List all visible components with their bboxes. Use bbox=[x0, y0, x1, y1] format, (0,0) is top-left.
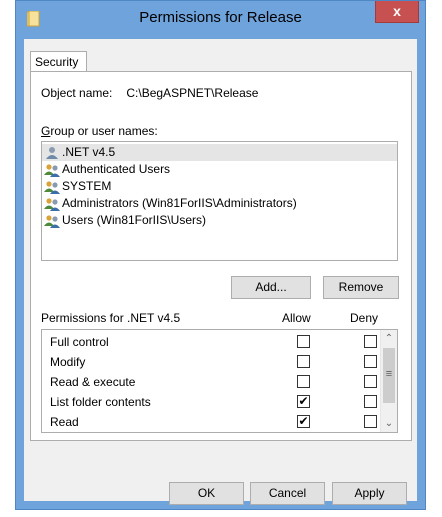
permission-name: Read & execute bbox=[50, 375, 136, 389]
permission-row-list-folder-contents: List folder contents ✔ bbox=[42, 392, 379, 412]
permissions-list[interactable]: Full control Modify Read & execute List … bbox=[41, 329, 398, 433]
allow-checkbox[interactable]: ✔ bbox=[297, 415, 310, 428]
user-group-icon bbox=[44, 163, 60, 177]
deny-checkbox[interactable] bbox=[364, 375, 377, 388]
permissions-scrollbar[interactable]: ⌃ ≡ ⌄ bbox=[380, 330, 397, 432]
deny-checkbox[interactable] bbox=[364, 355, 377, 368]
permission-name: List folder contents bbox=[50, 395, 151, 409]
ok-button[interactable]: OK bbox=[169, 482, 244, 505]
dialog-client-area: Security Object name: C:\BegASPNET\Releas… bbox=[24, 39, 417, 505]
allow-checkbox[interactable] bbox=[297, 355, 310, 368]
cancel-button[interactable]: Cancel bbox=[250, 482, 325, 505]
user-group-icon bbox=[44, 197, 60, 211]
deny-checkbox[interactable] bbox=[364, 335, 377, 348]
security-tab-panel: Object name: C:\BegASPNET\Release Group o… bbox=[30, 71, 412, 441]
user-name: .NET v4.5 bbox=[62, 145, 116, 159]
user-item-system[interactable]: SYSTEM bbox=[42, 178, 397, 195]
scroll-down-arrow-icon[interactable]: ⌄ bbox=[381, 415, 397, 432]
object-name-row: Object name: C:\BegASPNET\Release bbox=[41, 86, 258, 100]
user-group-icon bbox=[44, 214, 60, 228]
single-user-icon bbox=[46, 146, 58, 159]
permission-name: Read bbox=[50, 415, 79, 429]
permission-row-read: Read ✔ bbox=[42, 412, 379, 432]
user-item-net-v45[interactable]: .NET v4.5 bbox=[42, 144, 397, 161]
deny-column-header: Deny bbox=[350, 311, 379, 325]
user-name: SYSTEM bbox=[62, 179, 112, 193]
permission-row-read-execute: Read & execute bbox=[42, 372, 379, 392]
scroll-thumb[interactable]: ≡ bbox=[383, 348, 395, 403]
permission-row-modify: Modify bbox=[42, 352, 379, 372]
window-title: Permissions for Release bbox=[139, 9, 302, 26]
user-name: Authenticated Users bbox=[62, 162, 171, 176]
user-name: Users (Win81ForIIS\Users) bbox=[62, 213, 207, 227]
permissions-dialog: Permissions for Release x Security Objec… bbox=[15, 0, 426, 510]
allow-column-header: Allow bbox=[282, 311, 311, 325]
deny-checkbox[interactable] bbox=[364, 415, 377, 428]
user-list[interactable]: .NET v4.5 Authenticated Users SYSTEM Adm… bbox=[41, 141, 398, 261]
deny-checkbox[interactable] bbox=[364, 395, 377, 408]
user-item-authenticated-users[interactable]: Authenticated Users bbox=[42, 161, 397, 178]
permission-name: Full control bbox=[50, 335, 109, 349]
apply-button[interactable]: Apply bbox=[332, 482, 407, 505]
allow-checkbox[interactable]: ✔ bbox=[297, 395, 310, 408]
allow-checkbox[interactable] bbox=[297, 375, 310, 388]
remove-button[interactable]: Remove bbox=[323, 276, 399, 299]
permissions-label: Permissions for .NET v4.5 bbox=[41, 311, 181, 325]
user-name: Administrators (Win81ForIIS\Administrato… bbox=[62, 196, 297, 210]
user-group-icon bbox=[44, 180, 60, 194]
tab-security[interactable]: Security bbox=[30, 51, 87, 72]
close-button[interactable]: x bbox=[375, 1, 419, 23]
group-or-user-names-label: Group or user names: bbox=[41, 124, 158, 138]
permission-name: Modify bbox=[50, 355, 86, 369]
object-name-value: C:\BegASPNET\Release bbox=[126, 86, 259, 100]
allow-checkbox[interactable] bbox=[297, 335, 310, 348]
user-item-users[interactable]: Users (Win81ForIIS\Users) bbox=[42, 212, 397, 229]
title-bar[interactable]: Permissions for Release x bbox=[16, 1, 425, 39]
user-item-administrators[interactable]: Administrators (Win81ForIIS\Administrato… bbox=[42, 195, 397, 212]
permission-row-full-control: Full control bbox=[42, 332, 379, 352]
object-name-label: Object name: bbox=[41, 86, 113, 100]
add-button[interactable]: Add... bbox=[231, 276, 311, 299]
scroll-up-arrow-icon[interactable]: ⌃ bbox=[381, 330, 397, 347]
